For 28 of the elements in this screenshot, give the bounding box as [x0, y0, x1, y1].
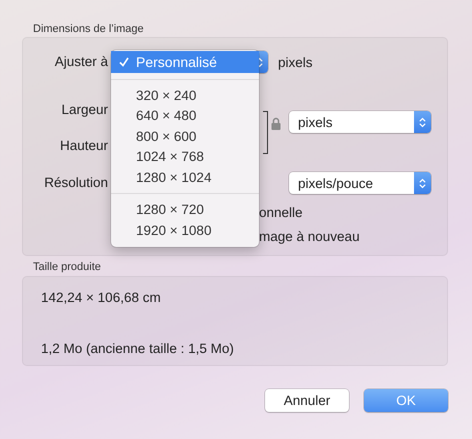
checkmark-icon	[118, 57, 128, 67]
stepper-icon	[419, 116, 426, 128]
output-file-size: 1,2 Mo (ancienne taille : 1,5 Mo)	[41, 340, 235, 358]
menu-item[interactable]: 1920 × 1080	[111, 220, 259, 240]
checkbox-label[interactable]: mage à nouveau	[259, 228, 360, 244]
section-title: Dimensions de l’image	[32, 22, 145, 37]
field-label: Résolution	[43, 174, 108, 192]
menu-item[interactable]: 1024 × 768	[111, 146, 259, 167]
section-title: Taille produite	[32, 260, 102, 275]
link-bracket	[263, 111, 268, 154]
unit-label: pixels	[278, 54, 313, 70]
menu-item[interactable]: 1280 × 720	[111, 200, 259, 220]
lock-icon[interactable]	[271, 117, 281, 130]
menu-item[interactable]: 320 × 240	[111, 85, 259, 106]
stepper-icon	[256, 56, 263, 68]
output-dimensions: 142,24 × 106,68 cm	[41, 289, 162, 307]
cancel-button[interactable]: Annuler	[265, 389, 349, 412]
menu-item[interactable]: 1280 × 1024	[111, 167, 259, 188]
field-label: Hauteur	[58, 137, 108, 155]
field-label: Ajuster à	[54, 53, 108, 71]
popup-button[interactable]: pixels/pouce	[289, 172, 431, 194]
menu-item[interactable]: 800 × 600	[111, 126, 259, 146]
menu-item[interactable]: Personnalisé	[111, 51, 259, 73]
menu-item[interactable]: 640 × 480	[111, 106, 259, 126]
popup-button[interactable]: pixels	[289, 111, 431, 133]
stepper-icon	[419, 178, 426, 188]
field-label: Largeur	[60, 101, 108, 119]
checkbox-label[interactable]: onnelle	[259, 204, 303, 220]
